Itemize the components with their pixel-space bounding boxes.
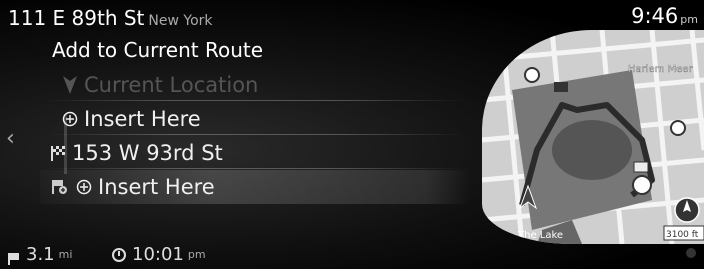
top-bar: 111 E 89th St New York 9:46 pm <box>0 0 704 34</box>
address-city: New York <box>148 13 213 29</box>
distance-value: 3.1 <box>26 244 55 265</box>
divider <box>45 168 465 169</box>
divider <box>45 100 465 101</box>
clock-icon <box>112 247 126 262</box>
checkered-flag-icon <box>48 145 68 161</box>
list-item-label: Current Location <box>84 73 259 97</box>
map-view[interactable]: Harlem Meer The Lake 3100 ft <box>482 30 704 244</box>
navigation-screen: 111 E 89th St New York 9:46 pm Add to Curr… <box>0 0 704 269</box>
list-item-label: Insert Here <box>98 175 215 199</box>
address-street: 111 E 89th St <box>8 6 145 30</box>
list-item-current-location: Current Location <box>60 68 460 102</box>
current-address: 111 E 89th St New York <box>8 6 213 30</box>
status-dot-icon <box>686 248 696 258</box>
list-item-insert-here-1[interactable]: Insert Here <box>60 102 460 136</box>
destination-flag-icon <box>8 249 20 265</box>
map-scale-label: 3100 ft <box>666 230 699 240</box>
list-item-label: 153 W 93rd St <box>72 141 223 165</box>
origin-arrow-icon <box>60 76 80 94</box>
back-arrow-icon[interactable]: ‹ <box>6 126 15 151</box>
bottom-bar: 3.1 mi 10:01 pm <box>0 240 704 269</box>
map-label-harlem-meer: Harlem Meer <box>628 64 694 75</box>
eta-unit: pm <box>187 248 206 261</box>
distance-unit: mi <box>58 248 73 261</box>
clock: 9:46 pm <box>631 4 698 28</box>
eta-value: 10:01 <box>132 244 184 265</box>
clock-ampm: pm <box>680 13 698 26</box>
divider <box>45 134 465 135</box>
flag-plus-icon <box>50 179 70 195</box>
circle-plus-icon <box>74 179 94 195</box>
arrival-time: 10:01 pm <box>112 244 206 265</box>
remaining-distance: 3.1 mi <box>8 244 72 265</box>
route-list: Add to Current Route Current Location In… <box>0 34 480 242</box>
list-item-destination[interactable]: 153 W 93rd St <box>48 136 448 170</box>
list-item-label: Insert Here <box>84 107 201 131</box>
clock-time: 9:46 <box>631 4 679 28</box>
page-title: Add to Current Route <box>52 38 264 62</box>
list-item-insert-here-2[interactable]: Insert Here <box>40 170 470 204</box>
circle-plus-icon <box>60 111 80 127</box>
